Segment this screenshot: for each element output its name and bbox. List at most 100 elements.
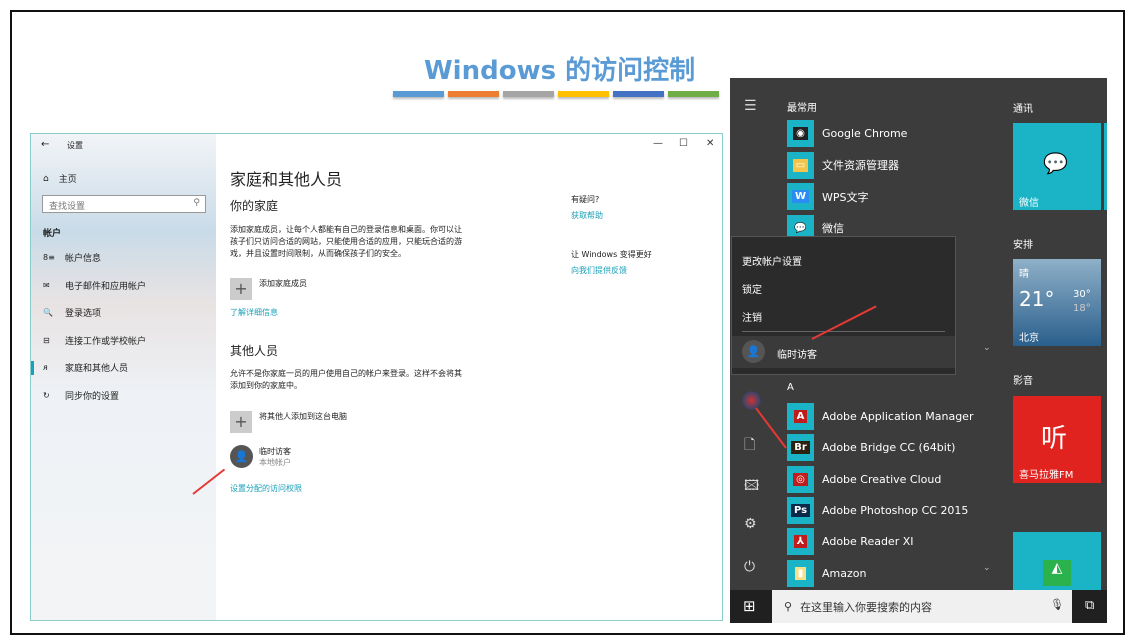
- color-bar: [613, 91, 664, 97]
- assigned-access-link[interactable]: 设置分配的访问权限: [230, 483, 302, 494]
- others-heading: 其他人员: [230, 344, 279, 358]
- user-avatar-icon: 👤: [742, 340, 765, 363]
- sidebar-item[interactable]: ↻ 同步你的设置: [43, 389, 119, 402]
- color-bar: [668, 91, 719, 97]
- settings-gear-icon[interactable]: ⚙: [744, 516, 757, 532]
- account-info-icon: 8≡: [43, 253, 55, 262]
- back-icon[interactable]: ←: [41, 139, 49, 150]
- app-list-item[interactable]: ⅄ Adobe Reader XI: [787, 528, 914, 556]
- start-menu: ☰ 最常用 ◉ Google Chrome ▭ 文件资源管理器 W WPS文字 💬 微信 A …: [730, 78, 1107, 623]
- document-icon[interactable]: 🗋: [744, 434, 755, 458]
- account-user-name: 临时访客: [777, 350, 817, 361]
- section-heading: 帐户: [43, 229, 62, 239]
- sidebar-item-home[interactable]: ⌂ 主页: [43, 172, 77, 186]
- color-bar: [448, 91, 499, 97]
- app-list-item[interactable]: Br Adobe Bridge CC (64bit): [787, 434, 956, 462]
- pictures-icon[interactable]: 🖾: [744, 475, 759, 499]
- app-icon: ◎: [787, 465, 814, 493]
- tile-weather[interactable]: 晴 21° 30° 18° 北京: [1013, 259, 1101, 346]
- search-input[interactable]: 查找设置 ⚲: [42, 195, 206, 213]
- home-label: 主页: [58, 175, 77, 185]
- add-other-plus-icon[interactable]: +: [230, 411, 252, 433]
- sidebar-item[interactable]: 8≡ 帐户信息: [43, 251, 101, 264]
- account-user-item[interactable]: 👤 临时访客: [732, 336, 955, 368]
- get-help-link[interactable]: 获取帮助: [571, 210, 603, 221]
- wechat-icon: 💬: [1043, 151, 1068, 175]
- sidebar-item-label: 电子邮件和应用帐户: [65, 281, 147, 292]
- sidebar-item-label: 登录选项: [65, 309, 102, 319]
- weather-condition: 晴: [1019, 269, 1029, 280]
- home-icon: ⌂: [43, 173, 49, 184]
- app-icon: ▮: [787, 559, 814, 587]
- user-avatar-icon[interactable]: 👤: [230, 445, 253, 468]
- search-icon: ⚲: [193, 198, 200, 208]
- group-comm: 通讯: [1013, 104, 1033, 115]
- tile-ximalaya[interactable]: 听 喜马拉雅FM: [1013, 396, 1101, 483]
- sidebar-item-label: 帐户信息: [65, 254, 102, 264]
- app-icon: ▭: [787, 151, 814, 179]
- minimize-button[interactable]: —: [653, 138, 663, 149]
- app-label: 微信: [822, 222, 844, 235]
- user-name[interactable]: 临时访客: [259, 446, 291, 457]
- maximize-button[interactable]: ☐: [679, 138, 688, 149]
- add-family-button[interactable]: 添加家庭成员: [259, 278, 307, 289]
- change-account-settings[interactable]: 更改帐户设置: [742, 253, 802, 268]
- weather-city: 北京: [1019, 333, 1039, 344]
- app-list-item[interactable]: ◉ Google Chrome: [787, 120, 907, 147]
- family-description: 添加家庭成员，让每个人都能有自己的登录信息和桌面。你可以让 孩子们只访问合适的网站…: [230, 225, 462, 258]
- person-icon: ᴙ: [43, 363, 48, 372]
- settings-window: ← 设置 ⌂ 主页 查找设置 ⚲ 帐户 8≡ 帐户信息 ✉ 电子邮件和应用帐户 🔍 登录选项 ⊟…: [30, 133, 723, 621]
- app-label: 文件资源管理器: [822, 159, 899, 172]
- sync-icon: ↻: [43, 390, 50, 400]
- app-list-item[interactable]: A Adobe Application Manager: [787, 403, 973, 430]
- key-icon: 🔍: [43, 308, 53, 317]
- chevron-down-icon[interactable]: ⌄: [983, 563, 991, 573]
- sidebar-item[interactable]: ✉ 电子邮件和应用帐户: [43, 279, 146, 292]
- title-color-bars: [393, 91, 719, 97]
- sidebar-item[interactable]: ᴙ 家庭和其他人员: [43, 361, 128, 374]
- taskbar-search[interactable]: ⚲ 在这里输入你要搜索的内容 🎙: [772, 590, 1072, 623]
- family-heading: 你的家庭: [230, 199, 279, 213]
- feedback-question: 让 Windows 变得更好: [571, 250, 652, 259]
- chevron-down-icon[interactable]: ⌄: [983, 343, 991, 353]
- app-icon: Ps: [787, 496, 814, 524]
- app-label: Adobe Bridge CC (64bit): [822, 441, 956, 455]
- briefcase-icon: ⊟: [43, 335, 50, 345]
- add-other-button[interactable]: 将其他人添加到这台电脑: [259, 411, 347, 422]
- tile-partial[interactable]: [1104, 123, 1107, 210]
- sidebar-item[interactable]: 🔍 登录选项: [43, 306, 101, 319]
- power-icon[interactable]: ⏻: [744, 559, 755, 575]
- app-list-item[interactable]: ◎ Adobe Creative Cloud: [787, 465, 942, 493]
- close-button[interactable]: ✕: [706, 138, 714, 149]
- feedback-link[interactable]: 向我们提供反馈: [571, 265, 627, 276]
- group-media: 影音: [1013, 376, 1033, 387]
- sidebar-item-label: 家庭和其他人员: [65, 364, 129, 374]
- lock-item[interactable]: 锁定: [742, 281, 762, 296]
- weather-temp: 21°: [1019, 287, 1055, 311]
- app-label: Adobe Photoshop CC 2015: [822, 503, 969, 517]
- app-label: Adobe Application Manager: [822, 410, 974, 423]
- microphone-icon[interactable]: 🎙: [1050, 598, 1064, 611]
- windows-start-icon[interactable]: ⊞: [743, 597, 756, 615]
- settings-sidebar: ← 设置 ⌂ 主页 查找设置 ⚲ 帐户 8≡ 帐户信息 ✉ 电子邮件和应用帐户 🔍 登录选项 ⊟…: [31, 134, 216, 620]
- mail-icon: ✉: [43, 280, 50, 290]
- app-list-item[interactable]: Ps Adobe Photoshop CC 2015: [787, 496, 969, 524]
- app-list-item[interactable]: ▭ 文件资源管理器: [787, 151, 899, 179]
- sign-out-item[interactable]: 注销: [742, 309, 762, 324]
- app-list-item[interactable]: W WPS文字: [787, 183, 869, 210]
- user-avatar-icon[interactable]: [742, 391, 761, 410]
- sidebar-item-label: 连接工作或学校帐户: [65, 336, 147, 347]
- learn-more-link[interactable]: 了解详细信息: [230, 307, 278, 318]
- app-label: WPS文字: [822, 190, 869, 204]
- hamburger-menu-icon[interactable]: ☰: [744, 98, 757, 114]
- app-label: Google Chrome: [822, 127, 908, 140]
- search-placeholder: 查找设置: [49, 202, 86, 212]
- app-label: Adobe Creative Cloud: [822, 472, 942, 486]
- add-family-plus-icon[interactable]: +: [230, 278, 252, 300]
- tile-app[interactable]: ◭: [1013, 532, 1101, 590]
- app-list-item[interactable]: ▮ Amazon: [787, 559, 866, 587]
- task-view-icon[interactable]: ⧉: [1085, 598, 1094, 613]
- tile-wechat[interactable]: 💬 微信: [1013, 123, 1101, 210]
- app-label: Adobe Reader XI: [822, 535, 914, 549]
- sidebar-item[interactable]: ⊟ 连接工作或学校帐户: [43, 334, 146, 347]
